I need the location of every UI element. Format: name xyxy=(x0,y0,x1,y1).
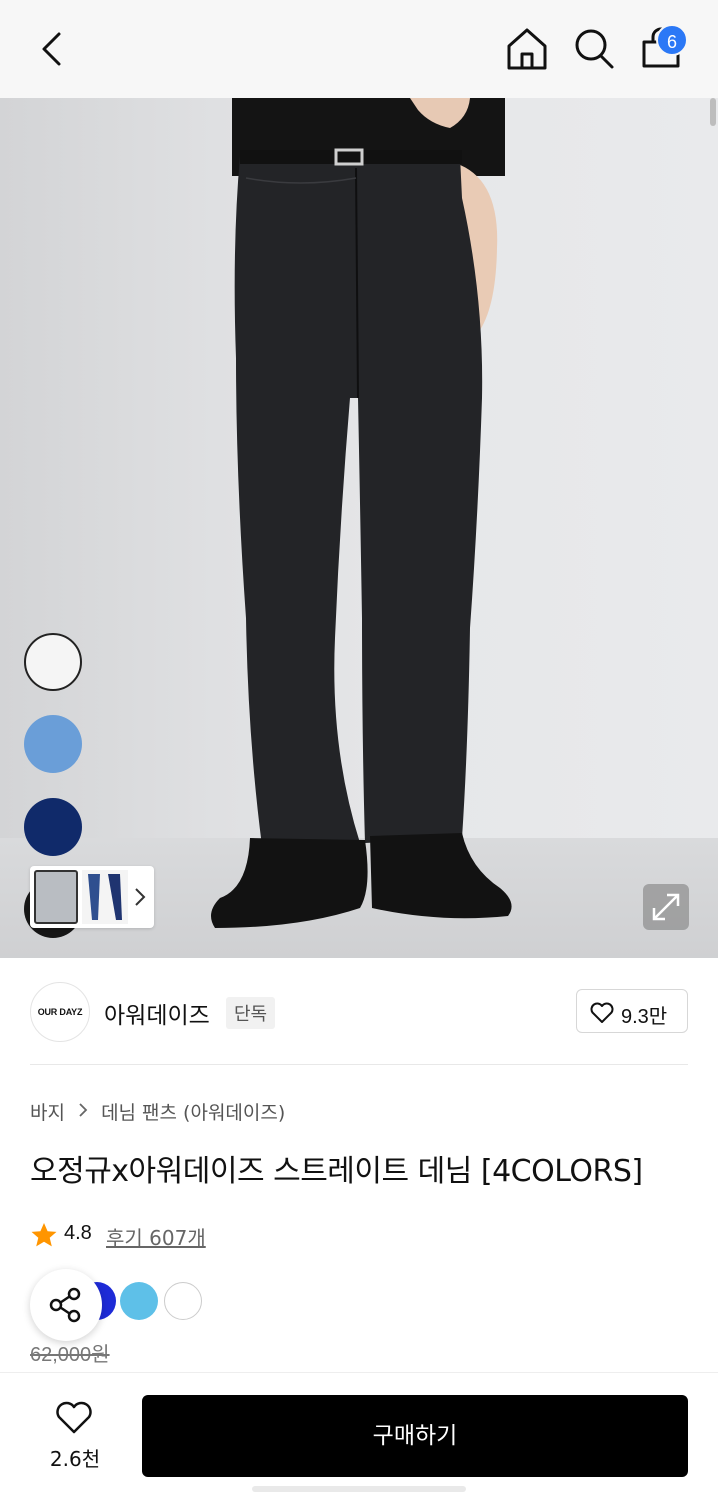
expand-icon xyxy=(652,893,680,921)
wishlist-button[interactable] xyxy=(54,1400,94,1436)
home-button[interactable] xyxy=(504,24,550,74)
color-option-sky-blue[interactable] xyxy=(120,1282,158,1320)
thumbnail-image[interactable] xyxy=(34,870,78,924)
rating-score: 4.8 xyxy=(64,1222,92,1244)
brand-logo[interactable]: OUR DAYZ xyxy=(30,982,90,1042)
top-navigation-bar: 6 xyxy=(0,0,718,98)
brand-like-button[interactable]: 9.3만 xyxy=(576,989,688,1033)
chevron-right-icon[interactable] xyxy=(130,884,150,910)
chevron-left-icon xyxy=(42,32,61,66)
brand-like-count: 9.3만 xyxy=(621,1006,668,1028)
color-swatch-navy[interactable] xyxy=(24,798,82,856)
review-count-link[interactable]: 후기 607개 xyxy=(106,1222,206,1251)
cart-count-badge: 6 xyxy=(656,24,688,56)
star-icon xyxy=(31,1223,57,1247)
expand-image-button[interactable] xyxy=(643,884,689,930)
product-title: 오정규x아워데이즈 스트레이트 데님 [4COLORS] xyxy=(30,1154,643,1189)
share-button[interactable] xyxy=(30,1269,102,1341)
share-icon xyxy=(49,1287,81,1323)
color-option-white[interactable] xyxy=(164,1282,202,1320)
thumbnail-image[interactable] xyxy=(82,870,128,924)
heart-icon xyxy=(56,1401,92,1434)
breadcrumb-category[interactable]: 바지 xyxy=(30,1098,65,1125)
original-price: 62,000원 xyxy=(30,1344,110,1366)
home-icon xyxy=(507,28,547,70)
search-icon xyxy=(575,29,614,69)
chevron-right-icon xyxy=(77,1101,89,1123)
breadcrumb-subcategory[interactable]: 데님 팬츠 (아워데이즈) xyxy=(101,1098,285,1125)
breadcrumb: 바지 데님 팬츠 (아워데이즈) xyxy=(30,1098,285,1125)
back-button[interactable] xyxy=(30,26,76,72)
product-photo-figure xyxy=(211,98,512,928)
home-indicator xyxy=(252,1486,466,1492)
product-image[interactable] xyxy=(0,98,718,958)
exclusive-tag: 단독 xyxy=(226,997,276,1029)
buy-button[interactable]: 구매하기 xyxy=(142,1395,688,1477)
section-divider xyxy=(30,1064,688,1065)
wishlist-count: 2.6천 xyxy=(49,1447,101,1471)
jeans-thumbnail-icon xyxy=(88,874,122,920)
color-swatch-light-blue[interactable] xyxy=(24,715,82,773)
brand-name[interactable]: 아워데이즈 xyxy=(104,996,210,1030)
search-button[interactable] xyxy=(570,24,618,74)
heart-icon xyxy=(590,1002,614,1023)
page-scrollbar[interactable] xyxy=(710,98,716,126)
related-products-thumbnails[interactable] xyxy=(30,866,154,928)
color-swatch-white[interactable] xyxy=(24,633,82,691)
